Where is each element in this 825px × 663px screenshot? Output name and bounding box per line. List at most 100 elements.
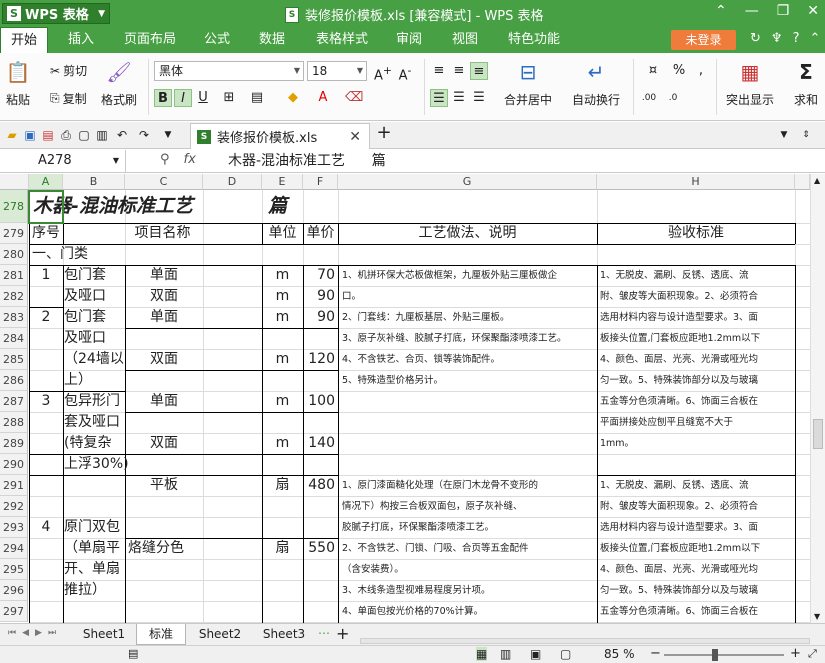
row-header-279[interactable]: 279 [0,223,28,244]
normal-view-icon[interactable]: ▦ [476,647,488,661]
bold-icon[interactable]: B [154,89,172,107]
page-break-view-icon[interactable]: ▥ [500,647,511,661]
underline-icon[interactable]: U [194,89,212,107]
row-header-282[interactable]: 282 [0,286,28,307]
font-color-icon[interactable]: A [314,89,332,107]
highlight-button[interactable]: ▦ 突出显示 [726,59,774,108]
format-painter-button[interactable]: 🖌 格式刷 [101,59,137,108]
column-header-a[interactable]: A [29,174,63,190]
row-header-292[interactable]: 292 [0,496,28,517]
scroll-thumb[interactable] [813,419,823,449]
row-header-281[interactable]: 281 [0,265,28,286]
tab-scroll-icon[interactable]: ⇕ [798,127,814,143]
row-header-296[interactable]: 296 [0,580,28,601]
align-center-icon[interactable]: ☰ [450,89,468,107]
function-icon[interactable]: fx [184,152,196,167]
tab-special-features[interactable]: 特色功能 [508,27,560,53]
align-top-icon[interactable]: ≡ [430,62,448,80]
column-header-h[interactable]: H [597,174,795,190]
tab-list-icon[interactable]: ▼ [776,127,792,143]
row-header-295[interactable]: 295 [0,559,28,580]
fullscreen-icon[interactable]: ⤢ [808,647,817,661]
customize-dropdown-icon[interactable]: ▼ [160,127,176,143]
column-header-g[interactable]: G [338,174,597,190]
vertical-scrollbar[interactable]: ▲ ▼ [810,174,825,623]
merge-center-button[interactable]: ⊟ 合并居中 [504,59,552,108]
zoom-in-icon[interactable]: + [790,646,801,661]
tab-view[interactable]: 视图 [452,27,478,53]
border-icon[interactable]: ⊞ [220,89,238,107]
add-sheet-icon[interactable]: + [336,624,349,643]
page-layout-view-icon[interactable]: ▣ [530,647,541,661]
tab-home[interactable]: 开始 [0,27,49,53]
reading-view-icon[interactable]: ▢ [560,647,571,661]
sheet-tab-sheet3[interactable]: Sheet3 [254,624,314,645]
formula-input[interactable]: 木器-混油标准工艺 篇 [228,150,386,172]
sheet-tab-standard[interactable]: 标准 [136,624,186,645]
column-header-b[interactable]: B [63,174,125,190]
percent-icon[interactable]: % [670,62,688,80]
zoom-search-icon[interactable]: ⚲ [160,152,170,167]
document-tab[interactable]: S 装修报价模板.xls ✕ [190,123,370,149]
skin-icon[interactable]: ♆ [771,31,783,46]
cell-style-icon[interactable]: ▤ [248,89,266,107]
zoom-slider[interactable] [664,649,784,661]
spell-check-icon[interactable]: ▥ [94,127,110,143]
increase-decimal-icon[interactable]: .00 [640,89,658,107]
paste-button[interactable]: 📋 粘贴 [6,59,31,108]
name-box[interactable]: A278 ▼ [0,150,126,172]
row-header-280[interactable]: 280 [0,244,28,265]
row-header-288[interactable]: 288 [0,412,28,433]
tab-review[interactable]: 审阅 [396,27,422,53]
zoom-slider-thumb[interactable] [712,649,718,661]
macro-icon[interactable]: ▤ [128,647,138,660]
column-header-f[interactable]: F [303,174,338,190]
row-header-285[interactable]: 285 [0,349,28,370]
help-icon[interactable]: ? [793,31,800,46]
tab-formulas[interactable]: 公式 [204,27,230,53]
align-left-icon[interactable]: ☰ [430,89,448,107]
zoom-out-icon[interactable]: − [650,646,661,661]
cut-button[interactable]: ✂ 剪切 [50,62,87,79]
new-tab-icon[interactable]: + [376,124,392,142]
comma-icon[interactable]: , [692,62,710,80]
restore-icon[interactable]: ❐ [777,3,790,19]
decrease-font-icon[interactable]: A- [396,62,414,83]
tab-insert[interactable]: 插入 [68,27,94,53]
row-header-293[interactable]: 293 [0,517,28,538]
row-header-291[interactable]: 291 [0,475,28,496]
row-header-294[interactable]: 294 [0,538,28,559]
open-folder-icon[interactable]: ▰ [4,127,20,143]
redo-icon[interactable]: ↷ [136,127,152,143]
row-header-286[interactable]: 286 [0,370,28,391]
row-header-289[interactable]: 289 [0,433,28,454]
scroll-down-icon[interactable]: ▼ [814,612,820,621]
font-name-select[interactable]: 黑体 ▼ [154,61,304,81]
sheet-tab-sheet1[interactable]: Sheet1 [76,624,132,645]
row-header-278[interactable]: 278 [0,190,28,223]
italic-icon[interactable]: I [174,89,192,107]
select-all-corner[interactable] [0,174,29,190]
sheet-tab-sheet2[interactable]: Sheet2 [190,624,250,645]
column-header-c[interactable]: C [125,174,203,190]
sheet-nav-arrows-icon[interactable]: ⏮◀▶⏭ [8,628,62,638]
align-middle-icon[interactable]: ≡ [450,62,468,80]
zoom-level[interactable]: 85 % [604,647,635,661]
increase-font-icon[interactable]: A+ [374,62,392,83]
sum-button[interactable]: Σ 求和 [794,59,818,108]
decrease-decimal-icon[interactable]: .0 [664,89,682,107]
copy-button[interactable]: ⎘ 复制 [50,90,87,107]
export-pdf-icon[interactable]: ▤ [40,127,56,143]
row-header-290[interactable]: 290 [0,454,28,475]
clear-format-icon[interactable]: ⌫ [345,89,363,107]
align-bottom-icon[interactable]: ≡ [470,62,488,80]
spreadsheet-grid[interactable]: ABCDEFGH 278 279 280 281 282 283 284 285 286 287 2… [0,174,810,623]
tab-data[interactable]: 数据 [259,27,285,53]
fill-color-icon[interactable]: ◆ [284,89,302,107]
print-icon[interactable]: ⎙ [58,127,74,143]
tab-table-style[interactable]: 表格样式 [316,27,368,53]
scroll-up-icon[interactable]: ▲ [814,176,820,185]
login-button[interactable]: 未登录 [671,30,736,50]
close-icon[interactable]: ✕ [807,3,819,19]
align-right-icon[interactable]: ☰ [470,89,488,107]
